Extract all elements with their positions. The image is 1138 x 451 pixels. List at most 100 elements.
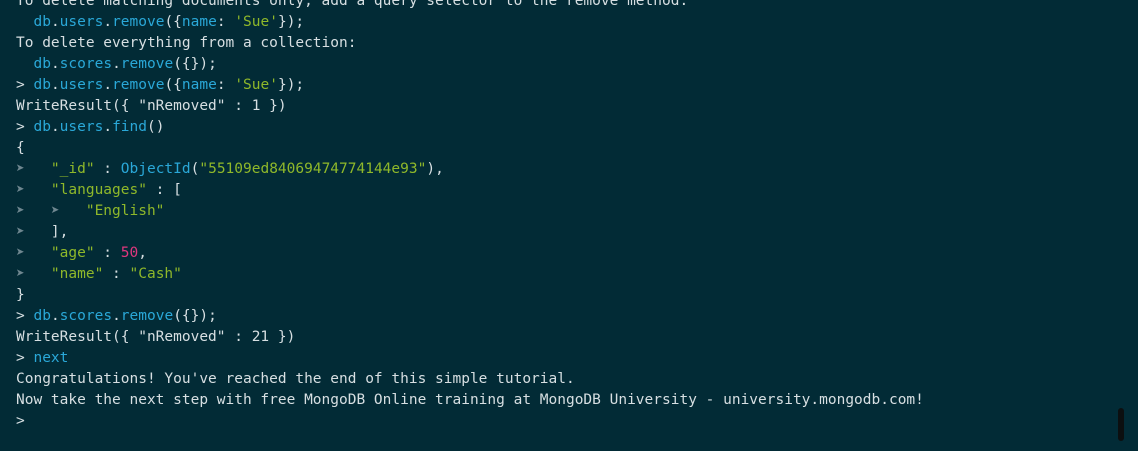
terminal-text: ({: [164, 14, 182, 30]
terminal-text: }: [16, 287, 25, 303]
terminal-text: name: [181, 14, 217, 30]
terminal-text: "_id": [50, 161, 95, 177]
continuation-marker: ➤ ➤: [16, 203, 86, 219]
prompt-marker: >: [16, 350, 34, 366]
terminal-text: To delete everything from a collection:: [16, 35, 357, 51]
terminal-text: });: [277, 14, 305, 30]
terminal-line: >: [16, 411, 1108, 432]
terminal-text: scores: [59, 308, 113, 324]
terminal-text: find: [112, 119, 147, 135]
terminal-scrollbar[interactable]: [1118, 408, 1124, 441]
terminal-text: "languages": [50, 182, 147, 198]
terminal-line: To delete everything from a collection:: [16, 33, 1108, 54]
terminal-text: .: [50, 77, 60, 93]
terminal-text: });: [277, 77, 305, 93]
terminal-line: ➤ ],: [16, 222, 1108, 243]
terminal-text: :: [216, 77, 235, 93]
terminal-text: .: [103, 14, 113, 30]
terminal-text: .: [50, 14, 60, 30]
terminal-text: db: [33, 56, 51, 72]
continuation-marker: ➤: [16, 266, 51, 282]
terminal-line: WriteResult({ "nRemoved" : 21 }): [16, 327, 1108, 348]
terminal-text: users: [59, 14, 104, 30]
prompt-marker: >: [16, 413, 25, 429]
terminal-text: db: [33, 77, 51, 93]
terminal-text: : [: [146, 182, 182, 198]
continuation-marker: ➤: [16, 182, 51, 198]
terminal-text: To delete matching documents only, add a…: [16, 0, 689, 9]
terminal-text: (): [146, 119, 165, 135]
terminal-text: ({});: [173, 308, 217, 324]
terminal-text: 'Sue': [234, 14, 278, 30]
terminal-line: > db.users.remove({name: 'Sue'});: [16, 75, 1108, 96]
terminal-text: ],: [50, 224, 69, 240]
terminal-text: ),: [426, 161, 444, 177]
terminal-text: Congratulations! You've reached the end …: [16, 371, 575, 387]
terminal-line: Congratulations! You've reached the end …: [16, 369, 1108, 390]
terminal-text: ({: [164, 77, 182, 93]
terminal-text: "55109ed84069474774144e93": [199, 161, 427, 177]
terminal-text: "name": [50, 266, 104, 282]
terminal-text: 'Sue': [234, 77, 278, 93]
terminal-text: Now take the next step with free MongoDB…: [16, 392, 924, 408]
terminal-line: ➤ "age" : 50,: [16, 243, 1108, 264]
prompt-marker: >: [16, 308, 34, 324]
terminal-text: db: [33, 119, 51, 135]
terminal-text: .: [50, 56, 60, 72]
terminal-line: Now take the next step with free MongoDB…: [16, 390, 1108, 411]
terminal-text: "English": [85, 203, 165, 219]
terminal-line: > db.users.find(): [16, 117, 1108, 138]
terminal-window[interactable]: To delete matching documents only, add a…: [0, 0, 1138, 451]
terminal-text: next: [33, 350, 69, 366]
continuation-marker: ➤: [16, 161, 51, 177]
terminal-text: .: [103, 77, 113, 93]
terminal-text: :: [94, 161, 121, 177]
terminal-text: ({});: [173, 56, 217, 72]
terminal-text: ,: [138, 245, 147, 261]
terminal-text: :: [103, 266, 130, 282]
terminal-text: remove: [112, 14, 165, 30]
terminal-text: remove: [120, 308, 174, 324]
terminal-text: db: [33, 308, 51, 324]
terminal-text: "age": [50, 245, 95, 261]
terminal-text: scores: [59, 56, 113, 72]
terminal-text: .: [112, 56, 121, 72]
terminal-text: :: [216, 14, 235, 30]
terminal-text: WriteResult({ "nRemoved" : 1 }): [16, 98, 287, 114]
terminal-text: .: [50, 119, 60, 135]
terminal-text: {: [16, 140, 25, 156]
terminal-text: remove: [120, 56, 174, 72]
terminal-text: name: [181, 77, 217, 93]
terminal-text: WriteResult({ "nRemoved" : 21 }): [16, 329, 296, 345]
terminal-text: users: [59, 77, 104, 93]
terminal-text: .: [103, 119, 113, 135]
continuation-marker: ➤: [16, 224, 51, 240]
terminal-line: ➤ "name" : "Cash": [16, 264, 1108, 285]
terminal-text: ObjectId: [120, 161, 191, 177]
terminal-text: 50: [120, 245, 139, 261]
terminal-text: .: [50, 308, 60, 324]
prompt-marker: >: [16, 77, 34, 93]
terminal-line: ➤ "languages" : [: [16, 180, 1108, 201]
terminal-line: ➤ "_id" : ObjectId("55109ed8406947477414…: [16, 159, 1108, 180]
terminal-text: users: [59, 119, 104, 135]
terminal-line: db.scores.remove({});: [16, 54, 1108, 75]
terminal-line: > next: [16, 348, 1108, 369]
terminal-text: db: [33, 14, 51, 30]
terminal-text: remove: [112, 77, 165, 93]
terminal-line: ➤ ➤ "English": [16, 201, 1108, 222]
continuation-marker: ➤: [16, 245, 51, 261]
terminal-line: WriteResult({ "nRemoved" : 1 }): [16, 96, 1108, 117]
terminal-text: .: [112, 308, 121, 324]
terminal-text: "Cash": [129, 266, 182, 282]
terminal-line: }: [16, 285, 1108, 306]
terminal-line: > db.scores.remove({});: [16, 306, 1108, 327]
terminal-line: To delete matching documents only, add a…: [16, 0, 1108, 12]
terminal-line: {: [16, 138, 1108, 159]
terminal-line: db.users.remove({name: 'Sue'});: [16, 12, 1108, 33]
prompt-marker: >: [16, 119, 34, 135]
terminal-output: To delete matching documents only, add a…: [16, 0, 1108, 432]
terminal-text: :: [94, 245, 121, 261]
